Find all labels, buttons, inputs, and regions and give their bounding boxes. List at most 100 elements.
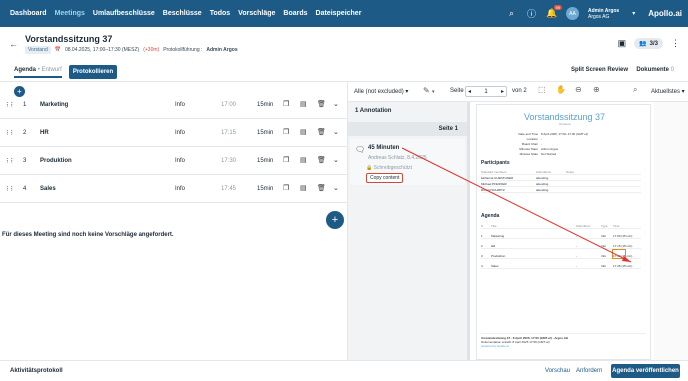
agenda-title: Produktion: [40, 158, 72, 164]
bell-icon[interactable]: 🔔 99: [546, 5, 562, 19]
annotation-card[interactable]: 🗨 45 Minuten Andreas Schlatz, 8.4.2025 🔒…: [350, 139, 465, 185]
present-item-icon[interactable]: ▤: [300, 128, 307, 136]
trash-icon[interactable]: 🗑: [317, 156, 326, 164]
calendar-icon: 📅: [54, 47, 61, 53]
pdf-page: Vorstandssitzung 37 Vorstand Date and Ti…: [476, 104, 651, 360]
chevron-down-icon[interactable]: ⌄: [333, 100, 339, 108]
nav-umlaufbeschluesse[interactable]: Umlaufbeschlüsse: [93, 10, 155, 17]
agenda-time: 17:45: [221, 186, 237, 192]
search-icon[interactable]: ⌕: [506, 8, 517, 19]
page-number-input[interactable]: 1: [484, 89, 487, 95]
zoom-in-icon[interactable]: ⊕: [593, 85, 600, 94]
chevron-down-icon[interactable]: ▾: [628, 10, 639, 17]
agenda-row[interactable]: ⠇⠇ 4 Sales Info 17:45 15min ❐ ▤ 🗑 ⌄: [0, 175, 347, 203]
drag-handle-icon[interactable]: ⠇⠇: [6, 102, 15, 109]
present-item-icon[interactable]: ▤: [300, 184, 307, 192]
participants-button[interactable]: 👥 3/3: [634, 38, 663, 49]
prev-page-icon[interactable]: ◂: [468, 88, 471, 95]
user-info[interactable]: Admin Argos Argos AG: [588, 8, 619, 20]
pdf-meta-row: Board Chair -: [521, 142, 542, 146]
comment-icon: 🗨: [355, 145, 366, 154]
copy-content-button[interactable]: Copy content: [366, 173, 404, 183]
agenda-time: 17:00: [221, 102, 237, 108]
annotation-highlight-box[interactable]: [612, 249, 626, 259]
annotation-author: Andreas Schlatz, 8.4.2025: [368, 155, 427, 161]
nav-dateispeicher[interactable]: Dateispeicher: [316, 10, 362, 17]
avatar[interactable]: AA: [566, 7, 579, 20]
agenda-duration: 15min: [257, 186, 274, 192]
present-item-icon[interactable]: ▤: [300, 156, 307, 164]
agenda-list: ⠇⠇ 1 Marketing Info 17:00 15min ❐ ▤ 🗑 ⌄ …: [0, 91, 347, 203]
agenda-row[interactable]: ⠇⠇ 3 Produktion Info 17:30 15min ❐ ▤ 🗑 ⌄: [0, 147, 347, 175]
pdf-meta-row: Date and Time 8 April 2025, 17:00–17:30 (…: [518, 132, 589, 136]
trash-icon[interactable]: 🗑: [317, 128, 326, 136]
chevron-down-icon[interactable]: ⌄: [333, 156, 339, 164]
drag-handle-icon[interactable]: ⠇⠇: [6, 130, 15, 137]
chevron-down-icon[interactable]: ⌄: [333, 184, 339, 192]
protokollieren-button[interactable]: Protokollieren: [69, 65, 117, 79]
copy-icon[interactable]: ❐: [283, 128, 289, 136]
minutes-taker-label: Protokollführung :: [163, 47, 203, 53]
trash-icon[interactable]: 🗑: [317, 184, 326, 192]
zoom-out-icon[interactable]: ⊖: [575, 85, 582, 94]
activity-log-link[interactable]: Aktivitätsprotokoll: [10, 368, 63, 374]
pdf-participants-title: Participants: [481, 160, 510, 166]
annotation-page-header: Seite 1: [348, 122, 467, 136]
pdf-subtitle: Vorstand: [558, 122, 571, 126]
tab-documents[interactable]: Dokumente 0: [636, 67, 674, 73]
copy-icon[interactable]: ❐: [283, 100, 289, 108]
search-icon[interactable]: ⌕: [633, 85, 637, 95]
footer-bar: Aktivitätsprotokoll Vorschau Anfordern A…: [0, 360, 688, 381]
publish-agenda-button[interactable]: Agenda veröffentlichen: [611, 364, 680, 378]
next-page-icon[interactable]: ▸: [501, 88, 504, 95]
viewer-side-gutter: [654, 102, 688, 360]
preview-button[interactable]: Vorschau: [545, 368, 570, 374]
no-suggestions-text: Für dieses Meeting sind noch keine Vorsc…: [2, 232, 174, 238]
user-org: Argos AG: [588, 13, 610, 20]
split-screen-review-button[interactable]: Split Screen Review: [571, 67, 628, 73]
agenda-row[interactable]: ⠇⠇ 1 Marketing Info 17:00 15min ❐ ▤ 🗑 ⌄: [0, 91, 347, 119]
agenda-time: 17:30: [221, 158, 237, 164]
add-suggestion-button[interactable]: +: [326, 211, 344, 229]
nav-vorschlaege[interactable]: Vorschläge: [238, 10, 275, 17]
copy-icon[interactable]: ❐: [283, 156, 289, 164]
tab-agenda[interactable]: Agenda • Entwurf: [14, 67, 62, 78]
nav-dashboard[interactable]: Dashboard: [10, 10, 47, 17]
page-navigator[interactable]: ◂ 1 ▸: [465, 86, 507, 97]
annotation-filter-select[interactable]: Alle (not excluded) ▾: [354, 88, 408, 95]
select-area-icon[interactable]: ⬚: [538, 85, 546, 94]
nav-boards[interactable]: Boards: [283, 10, 307, 17]
nav-meetings[interactable]: Meetings: [55, 10, 85, 17]
present-icon[interactable]: ▣: [618, 38, 627, 49]
page-title: Vorstandssitzung 37: [25, 34, 113, 44]
copy-icon[interactable]: ❐: [283, 184, 289, 192]
agenda-type: Info: [175, 158, 186, 164]
help-icon[interactable]: ⓘ: [526, 7, 537, 20]
pdf-agenda-title: Agenda: [481, 213, 500, 219]
version-select[interactable]: Aktuellstes ▾: [651, 88, 685, 95]
chevron-down-icon[interactable]: ⌄: [333, 128, 339, 136]
nav-beschluesse[interactable]: Beschlüsse: [163, 10, 202, 17]
pdf-meta-row: Minutes Taker Admin Argos: [519, 147, 559, 151]
drag-handle-icon[interactable]: ⠇⠇: [6, 158, 15, 165]
drag-handle-icon[interactable]: ⠇⠇: [6, 186, 15, 193]
agenda-row[interactable]: ⠇⠇ 2 HR Info 17:15 15min ❐ ▤ 🗑 ⌄: [0, 119, 347, 147]
pdf-title: Vorstandssitzung 37: [523, 112, 606, 122]
tabs-bar: Agenda • Entwurf Protokollieren Split Sc…: [0, 62, 688, 82]
request-button[interactable]: Anfordern: [576, 368, 602, 374]
time-offset: (+30m): [143, 47, 160, 53]
people-icon: 👥: [639, 41, 647, 47]
more-menu-icon[interactable]: ⋮: [671, 38, 680, 49]
nav-todos[interactable]: Todos: [210, 10, 230, 17]
status-badge: Vorstand: [25, 46, 51, 54]
pen-icon[interactable]: ✎ ▾: [423, 86, 434, 95]
back-arrow-icon[interactable]: ←: [9, 39, 18, 49]
trash-icon[interactable]: 🗑: [317, 100, 326, 108]
tab-agenda-status: • Entwurf: [37, 67, 62, 73]
hand-icon[interactable]: ✋: [556, 85, 566, 94]
panel-scrollbar[interactable]: [467, 102, 470, 360]
add-agenda-item-button[interactable]: +: [14, 86, 25, 97]
present-item-icon[interactable]: ▤: [300, 100, 307, 108]
viewer-toolbar: Alle (not excluded) ▾ ✎ ▾ Seite ◂ 1 ▸ vo…: [348, 82, 688, 102]
agenda-title: Sales: [40, 186, 56, 192]
